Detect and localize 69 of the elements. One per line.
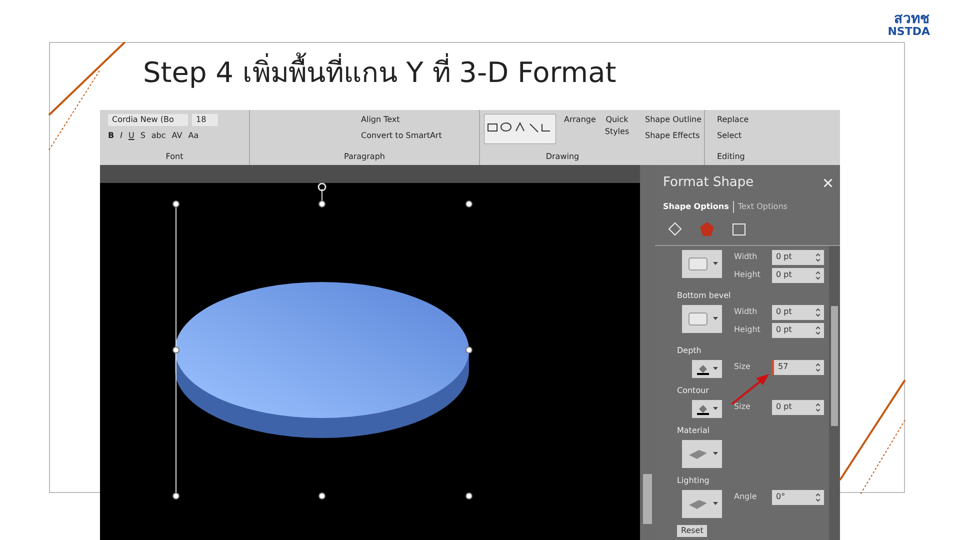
format-button[interactable]: Aa: [188, 130, 199, 142]
color-dropdown[interactable]: [692, 360, 722, 378]
logo-thai-text: สวทช: [894, 12, 930, 26]
ribbon-command[interactable]: Replace: [717, 114, 840, 126]
field-label: Size: [734, 401, 752, 413]
spin-field[interactable]: 0 pt: [772, 304, 824, 320]
caret-icon: [712, 317, 718, 320]
shapes-gallery-icon[interactable]: [484, 114, 556, 144]
ribbon-command[interactable]: Shape Outline: [645, 114, 704, 126]
spin-field[interactable]: 0 pt: [772, 400, 824, 414]
caret-icon: [712, 502, 718, 505]
panel-tab[interactable]: Shape Options: [663, 200, 729, 212]
spin-arrows-icon: [816, 270, 820, 280]
field-label: Height: [734, 269, 762, 281]
caret-icon: [712, 407, 718, 410]
format-button[interactable]: S: [140, 130, 146, 142]
ribbon-command[interactable]: Select: [717, 130, 840, 142]
format-button[interactable]: I: [120, 130, 122, 142]
group-label: Editing: [717, 151, 746, 163]
spin-arrows-icon: [816, 492, 820, 502]
group-label: Paragraph: [343, 151, 386, 163]
font-size-dropdown[interactable]: 18: [192, 114, 218, 126]
preset-dropdown[interactable]: [682, 490, 722, 518]
format-button[interactable]: abc: [151, 130, 166, 142]
bevel-preview-icon: [686, 312, 708, 326]
font-name-dropdown[interactable]: Cordia New (Bo: [108, 114, 188, 126]
preset-dropdown[interactable]: [682, 304, 722, 332]
field-label: Width: [734, 306, 758, 318]
spin-arrows-icon: [816, 326, 820, 334]
format-button[interactable]: AV: [172, 130, 182, 142]
spin-arrows-icon: [816, 402, 820, 412]
spin-arrows-icon: [816, 362, 820, 372]
spin-field[interactable]: 0 pt: [772, 250, 824, 264]
caret-icon: [712, 262, 718, 265]
caret-icon: [712, 367, 718, 370]
section-label: Lighting: [677, 474, 710, 486]
spin-field[interactable]: 0°: [772, 490, 824, 504]
section-label: Contour: [677, 384, 710, 396]
ribbon-command[interactable]: Quick Styles: [602, 114, 632, 138]
spin-arrows-icon: [816, 252, 820, 262]
preset-dropdown[interactable]: [682, 250, 722, 278]
field-label: Width: [734, 251, 758, 263]
group-label: Drawing: [544, 151, 580, 163]
spin-field[interactable]: 0 pt: [772, 268, 824, 282]
preset-dropdown[interactable]: [682, 440, 722, 468]
color-dropdown[interactable]: [692, 400, 722, 418]
section-label: Material: [677, 424, 710, 436]
ribbon-command[interactable]: Align Text: [361, 114, 471, 126]
slide-title: Step 4 เพิ่มพื้นที่แกน Y ที่ 3-D Format: [143, 55, 960, 91]
ribbon-command[interactable]: Arrange: [564, 114, 594, 126]
ribbon-command[interactable]: Shape Effects: [645, 130, 704, 142]
spin-arrows-icon: [816, 308, 820, 316]
close-icon[interactable]: [824, 178, 832, 187]
field-label: Size: [734, 361, 752, 373]
section-label: Bottom bevel: [677, 290, 732, 302]
panel-title: Format Shape: [663, 174, 754, 192]
field-label: Height: [734, 324, 762, 336]
format-button[interactable]: U: [128, 130, 134, 142]
logo-latin-text: NSTDA: [888, 26, 930, 37]
reset-button[interactable]: Reset: [677, 524, 708, 536]
spin-field[interactable]: 0 pt: [772, 322, 824, 338]
caret-icon: [712, 452, 718, 455]
group-label: Font: [164, 151, 184, 163]
bevel-preview-icon: [686, 256, 708, 270]
spin-field[interactable]: 57: [772, 360, 824, 374]
format-button[interactable]: B: [108, 130, 114, 142]
field-label: Angle: [734, 491, 758, 503]
section-label: Depth: [677, 344, 702, 356]
ribbon-command[interactable]: Convert to SmartArt: [361, 130, 471, 142]
